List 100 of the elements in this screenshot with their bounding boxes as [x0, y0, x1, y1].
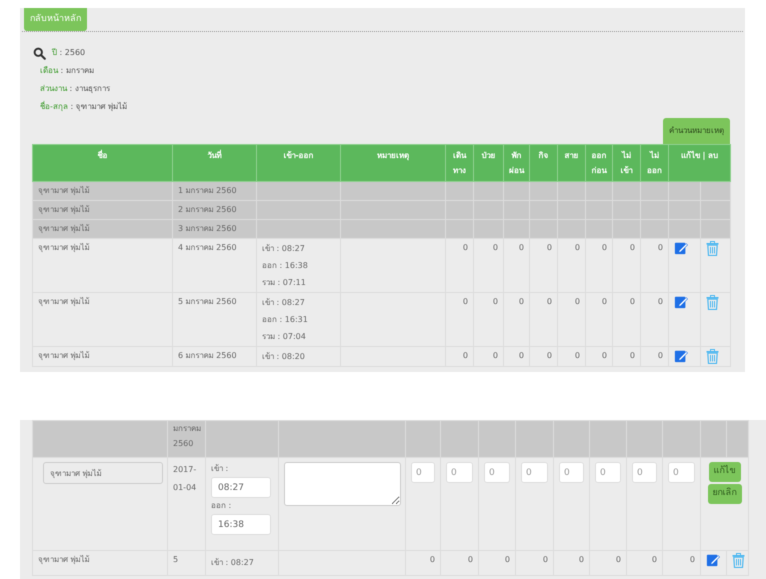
date-cell: 5 มกราคม 2560	[178, 297, 237, 306]
cancel-button[interactable]: ยกเลิก	[708, 484, 742, 504]
date-cell-text: 2017-01-04	[173, 464, 198, 494]
count-cell: 0	[630, 243, 635, 252]
count-input[interactable]: 0	[668, 462, 695, 483]
count-cell: 0	[468, 555, 473, 564]
count-cell: 0	[546, 297, 552, 306]
count-cell: 0	[690, 555, 695, 564]
count-cell: 0	[658, 351, 663, 360]
count-cell: 0	[602, 351, 607, 360]
time-label: ออก :	[211, 500, 232, 512]
count-cell: 0	[546, 351, 552, 360]
count-cell: 0	[658, 297, 663, 306]
trash-icon[interactable]	[706, 241, 719, 256]
column-header: สาย	[564, 151, 578, 160]
column-header: พัก ผ่อน	[509, 151, 524, 175]
edit-icon[interactable]	[674, 295, 688, 309]
count-cell: 0	[578, 555, 584, 564]
filter-text: เดือน : มกราคม	[39, 65, 94, 77]
date-cell: 4 มกราคม 2560	[178, 243, 237, 252]
time-text: รวม : 07:11	[262, 277, 307, 289]
date-cell: 5	[173, 555, 178, 564]
filter-text: ปี : 2560	[52, 47, 86, 59]
count-input[interactable]: 0	[446, 462, 473, 483]
count-cell: 0	[574, 243, 580, 252]
count-cell: 0	[602, 243, 607, 252]
time-input[interactable]: 08:27	[211, 477, 271, 498]
count-cell: 0	[492, 297, 498, 306]
edit-icon[interactable]	[706, 553, 720, 567]
filter-text: ส่วนงาน : งานธุรการ	[39, 83, 110, 95]
name-input[interactable]: จุฑามาศ พุ่มไม้	[43, 462, 163, 484]
edit-icon[interactable]	[674, 349, 688, 363]
column-header: หมายเหตุ	[377, 151, 409, 160]
count-cell: 0	[602, 297, 607, 306]
filter-text: ชื่อ-สกุล : จุฑามาศ พุ่มไม้	[39, 101, 128, 113]
date-cell: 1 มกราคม 2560	[178, 186, 237, 195]
date-cell: 6 มกราคม 2560	[178, 351, 237, 360]
count-cell: 0	[462, 351, 468, 360]
name-cell: จุฑามาศ พุ่มไม้	[38, 351, 90, 360]
time-input[interactable]: 16:38	[211, 514, 271, 535]
column-header: ไม่ ออก	[647, 151, 662, 175]
name-cell: จุฑามาศ พุ่มไม้	[38, 186, 90, 195]
count-input[interactable]: 0	[632, 462, 657, 483]
count-cell: 0	[574, 351, 580, 360]
date-text: 2560	[173, 438, 194, 450]
count-cell: 0	[616, 555, 621, 564]
count-cell: 0	[518, 243, 524, 252]
column-header: กิจ	[538, 151, 548, 160]
count-cell: 0	[462, 297, 468, 306]
time-text: เข้า : 08:20	[262, 351, 306, 363]
count-cell: 0	[574, 297, 580, 306]
count-cell: 0	[630, 297, 635, 306]
column-header: ป่วย	[482, 151, 496, 160]
count-cell: 0	[630, 351, 635, 360]
count-cell: 0	[652, 555, 657, 564]
name-cell: จุฑามาศ พุ่มไม้	[38, 297, 90, 306]
count-input[interactable]: 0	[484, 462, 510, 483]
time-text: เข้า : 08:27	[262, 297, 306, 309]
trash-icon[interactable]	[706, 295, 719, 310]
edit-icon[interactable]	[674, 241, 688, 255]
time-text: เข้า : 08:27	[211, 557, 255, 569]
time-text: ออก : 16:38	[262, 260, 309, 272]
count-cell: 0	[518, 297, 524, 306]
name-cell: จุฑามาศ พุ่มไม้	[38, 243, 90, 252]
search-icon	[33, 46, 46, 60]
column-header: วันที่	[208, 151, 222, 160]
count-cell: 0	[430, 555, 435, 564]
count-cell: 0	[492, 351, 498, 360]
column-header: เข้า-ออก	[283, 151, 314, 160]
trash-icon[interactable]	[732, 553, 745, 568]
count-cell: 0	[504, 555, 510, 564]
save-button[interactable]: แก้ไข	[708, 462, 740, 482]
count-input[interactable]: 0	[411, 462, 435, 483]
time-text: ออก : 16:31	[262, 314, 309, 326]
back-button[interactable]: กลับหน้าหลัก	[24, 8, 87, 31]
count-cell: 0	[518, 351, 524, 360]
count-cell: 0	[492, 243, 498, 252]
name-cell: จุฑามาศ พุ่มไม้	[38, 224, 90, 233]
count-input[interactable]: 0	[521, 462, 548, 483]
time-text: เข้า : 08:27	[262, 243, 306, 255]
calculate-button[interactable]: คำนวนหมายเหตุ	[663, 118, 730, 144]
count-cell: 0	[658, 243, 663, 252]
count-cell: 0	[542, 555, 548, 564]
trash-icon[interactable]	[706, 349, 719, 364]
date-cell: 3 มกราคม 2560	[178, 224, 237, 233]
count-input[interactable]: 0	[595, 462, 621, 483]
date-cell: 2 มกราคม 2560	[178, 205, 237, 214]
note-textarea[interactable]	[284, 462, 401, 506]
count-input[interactable]: 0	[559, 462, 584, 483]
name-cell: จุฑามาศ พุ่มไม้	[38, 555, 90, 564]
column-header: ชื่อ	[98, 151, 108, 160]
column-header: เดิน ทาง	[453, 151, 466, 175]
count-cell: 0	[546, 243, 552, 252]
count-cell: 0	[462, 243, 468, 252]
column-header: แก้ไข | ลบ	[680, 151, 718, 160]
column-header: ออก ก่อน	[592, 151, 606, 175]
time-text: รวม : 07:04	[262, 331, 307, 343]
date-text: มกราคม	[173, 423, 200, 435]
name-cell: จุฑามาศ พุ่มไม้	[38, 205, 90, 214]
time-label: เข้า :	[211, 463, 230, 475]
